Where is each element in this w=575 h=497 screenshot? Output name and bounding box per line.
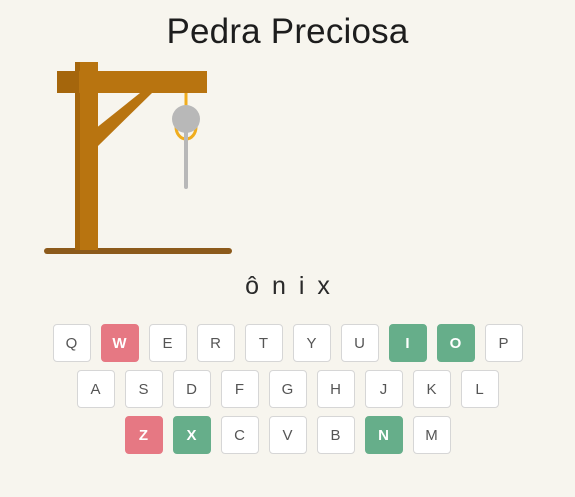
key-n[interactable]: N [364, 416, 403, 454]
key-t[interactable]: T [244, 324, 283, 362]
key-x[interactable]: X [172, 416, 211, 454]
key-b[interactable]: B [316, 416, 355, 454]
key-a[interactable]: A [76, 370, 115, 408]
word-display: ô n i x [0, 272, 575, 301]
word-letter: x [317, 272, 330, 300]
key-v[interactable]: V [268, 416, 307, 454]
keyboard-row: Q W E R T Y U I O P [0, 324, 575, 362]
gallows-beam [57, 71, 207, 93]
key-i[interactable]: I [388, 324, 427, 362]
key-m[interactable]: M [412, 416, 451, 454]
word-letter: n [271, 272, 286, 300]
key-s[interactable]: S [124, 370, 163, 408]
key-w[interactable]: W [100, 324, 139, 362]
key-d[interactable]: D [172, 370, 211, 408]
key-p[interactable]: P [484, 324, 523, 362]
key-g[interactable]: G [268, 370, 307, 408]
keyboard: Q W E R T Y U I O P A S D F G H J K L Z … [0, 324, 575, 462]
key-u[interactable]: U [340, 324, 379, 362]
key-e[interactable]: E [148, 324, 187, 362]
key-f[interactable]: F [220, 370, 259, 408]
key-q[interactable]: Q [52, 324, 91, 362]
key-l[interactable]: L [460, 370, 499, 408]
gallows-illustration [44, 62, 232, 254]
gallows-brace [90, 93, 152, 146]
keyboard-row: Z X C V B N M [0, 416, 575, 454]
key-j[interactable]: J [364, 370, 403, 408]
key-y[interactable]: Y [292, 324, 331, 362]
key-z[interactable]: Z [124, 416, 163, 454]
word-letter: ô [245, 272, 260, 300]
hangman-head [172, 105, 200, 133]
key-r[interactable]: R [196, 324, 235, 362]
keyboard-row: A S D F G H J K L [0, 370, 575, 408]
key-h[interactable]: H [316, 370, 355, 408]
gallows-base [44, 248, 232, 254]
key-c[interactable]: C [220, 416, 259, 454]
key-o[interactable]: O [436, 324, 475, 362]
word-letter: i [298, 272, 305, 300]
key-k[interactable]: K [412, 370, 451, 408]
